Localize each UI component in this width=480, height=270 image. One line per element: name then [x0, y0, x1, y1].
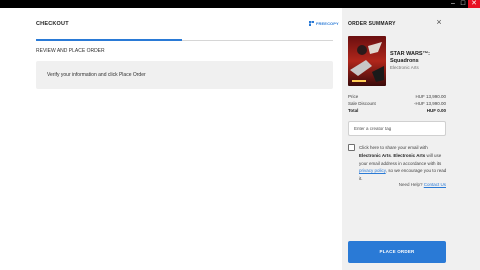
total-value: HUF 0.00	[426, 108, 446, 113]
contact-us-link[interactable]: Contact Us	[424, 182, 446, 187]
order-summary-title: ORDER SUMMARY	[348, 21, 396, 27]
brand-name: FREECOPY	[316, 21, 339, 26]
consent-text-1: Click here to share your email with	[359, 145, 428, 150]
creator-tag-input[interactable]: Enter a creator tag	[348, 121, 446, 136]
discount-value: -HUF 13,990.00	[413, 101, 446, 106]
price-label: Price	[348, 94, 359, 99]
maximize-icon[interactable]: □	[458, 0, 468, 8]
creator-tag-placeholder: Enter a creator tag	[354, 126, 392, 131]
product-title: STAR WARS™: Squadrons	[390, 51, 430, 64]
checkout-title: CHECKOUT	[36, 21, 69, 27]
price-row: Price HUF 13,990.00	[348, 94, 446, 100]
consent-company-2: Electronic Arts	[393, 152, 426, 158]
checkout-panel: CHECKOUT FREECOPY REVIEW AND PLACE ORDER…	[0, 8, 342, 270]
window-titlebar: – □ ✕	[0, 0, 480, 8]
discount-row: Sale Discount -HUF 13,990.00	[348, 101, 446, 107]
total-label: Total	[348, 108, 359, 113]
order-summary-panel: ORDER SUMMARY × STAR WARS™: Squadrons El…	[342, 8, 480, 270]
minimize-icon[interactable]: –	[448, 0, 458, 8]
progress-indicator	[36, 39, 182, 41]
place-order-button[interactable]: PLACE ORDER	[348, 241, 446, 263]
close-icon[interactable]: ×	[435, 18, 443, 27]
consent-company-1: Electronic Arts	[359, 152, 391, 158]
info-message: Verify your information and click Place …	[47, 72, 146, 78]
help-line: Need Help? Contact Us	[370, 182, 446, 187]
total-row: Total HUF 0.00	[348, 108, 446, 114]
share-email-consent-text: Click here to share your email with Elec…	[359, 144, 447, 183]
brand-icon	[309, 21, 314, 26]
info-message-box: Verify your information and click Place …	[36, 61, 333, 89]
price-value: HUF 13,990.00	[415, 94, 446, 99]
privacy-policy-link[interactable]: privacy policy	[359, 168, 386, 173]
product-publisher: Electronic Arts	[390, 65, 419, 70]
product-cover-image	[348, 36, 386, 86]
step-heading: REVIEW AND PLACE ORDER	[36, 48, 105, 54]
help-text: Need Help?	[398, 182, 424, 187]
window-controls: – □ ✕	[448, 0, 480, 8]
discount-label: Sale Discount	[348, 101, 376, 106]
share-email-checkbox[interactable]	[348, 144, 355, 151]
window-close-icon[interactable]: ✕	[468, 0, 480, 8]
brand-logo: FREECOPY	[309, 21, 339, 26]
